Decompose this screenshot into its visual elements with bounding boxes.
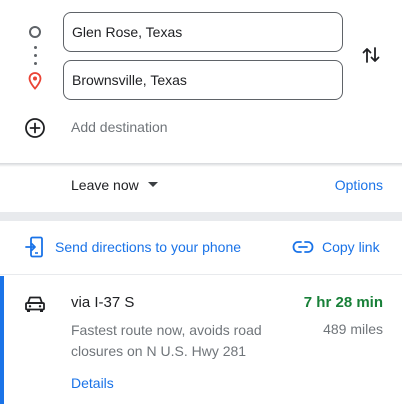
route-distance: 489 miles xyxy=(323,321,383,337)
route-name: via I-37 S xyxy=(71,294,135,311)
options-button[interactable]: Options xyxy=(335,177,383,193)
destination-pin-icon xyxy=(28,72,42,90)
leave-now-dropdown[interactable]: Leave now xyxy=(71,177,139,193)
origin-input[interactable]: Glen Rose, Texas xyxy=(63,12,343,52)
phone-icon[interactable] xyxy=(25,236,45,258)
share-row: Send directions to your phone Copy link xyxy=(0,221,402,275)
link-icon[interactable] xyxy=(292,239,314,255)
route-dot-icon xyxy=(34,54,37,57)
route-dot-icon xyxy=(34,62,37,65)
section-separator xyxy=(0,212,402,221)
send-to-phone-link[interactable]: Send directions to your phone xyxy=(55,239,241,255)
selected-route-indicator xyxy=(0,276,4,404)
swap-icon[interactable] xyxy=(360,44,382,66)
add-icon xyxy=(25,118,45,138)
route-option-card[interactable]: via I-37 S 7 hr 28 min Fastest route now… xyxy=(0,276,402,404)
copy-link-button[interactable]: Copy link xyxy=(322,239,380,255)
route-stops-indicator xyxy=(24,22,46,92)
destination-input[interactable]: Brownsville, Texas xyxy=(63,60,343,100)
car-icon xyxy=(25,296,45,312)
route-duration: 7 hr 28 min xyxy=(303,294,383,311)
add-destination-label: Add destination xyxy=(71,119,168,135)
departure-options-row: Leave now Options xyxy=(0,168,402,212)
origin-circle-icon xyxy=(29,26,41,38)
add-destination-button[interactable]: Add destination xyxy=(24,116,324,140)
directions-panel: Glen Rose, Texas Brownsville, Texas Add … xyxy=(0,0,402,164)
route-description: Fastest route now, avoids road closures … xyxy=(71,322,262,359)
panel-divider xyxy=(0,163,402,167)
route-dot-icon xyxy=(34,46,37,49)
details-link[interactable]: Details xyxy=(71,375,114,391)
dropdown-caret-icon[interactable] xyxy=(148,182,158,187)
